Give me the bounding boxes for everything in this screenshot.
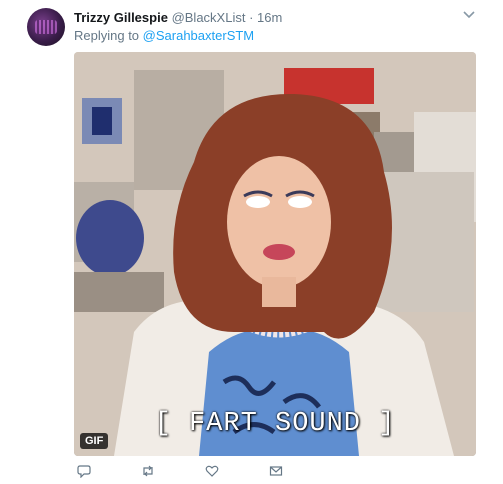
reply-prefix: Replying to: [74, 28, 140, 43]
gif-frame: [74, 52, 476, 456]
gif-badge: GIF: [80, 433, 109, 449]
timestamp[interactable]: 16m: [257, 10, 282, 25]
tweet: Trizzy Gillespie @BlackXList · 16m Reply…: [0, 0, 503, 484]
replying-to: Replying to @SarahbaxterSTM: [74, 28, 254, 43]
chevron-down-icon[interactable]: [462, 10, 476, 20]
gif-caption: [ FART SOUND ]: [154, 409, 396, 439]
retweet-icon: [143, 465, 153, 477]
mail-icon: [269, 466, 283, 476]
reply-button[interactable]: [74, 462, 94, 480]
author-name[interactable]: Trizzy Gillespie: [74, 10, 168, 25]
direct-message-button[interactable]: [266, 462, 286, 480]
gif-media[interactable]: [ FART SOUND ] GIF: [74, 52, 476, 456]
avatar[interactable]: [27, 8, 65, 46]
reply-icon: [77, 465, 91, 478]
like-button[interactable]: [202, 462, 222, 480]
heart-icon: [205, 465, 219, 477]
retweet-button[interactable]: [138, 462, 158, 480]
tweet-header: Trizzy Gillespie @BlackXList · 16m: [74, 10, 282, 25]
tweet-actions: [74, 462, 334, 482]
separator: ·: [249, 10, 254, 25]
author-handle[interactable]: @BlackXList: [172, 10, 246, 25]
reply-to-link[interactable]: @SarahbaxterSTM: [143, 28, 254, 43]
